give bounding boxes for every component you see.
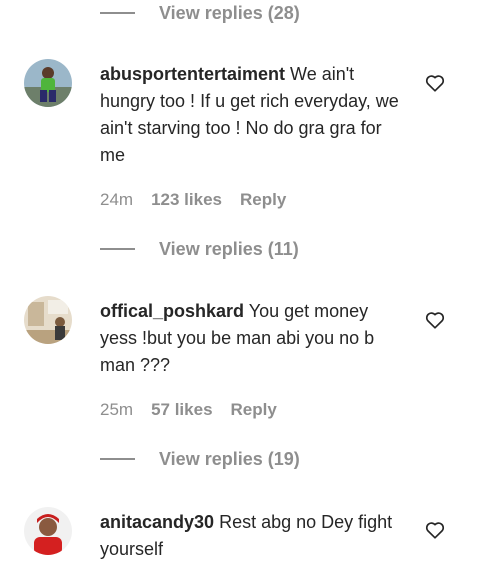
avatar[interactable] bbox=[24, 296, 72, 344]
comment-username[interactable]: anitacandy30 bbox=[100, 512, 214, 532]
view-replies-row[interactable]: View replies (11) bbox=[100, 236, 299, 262]
replies-divider-line bbox=[100, 458, 135, 460]
reply-button[interactable]: Reply bbox=[240, 190, 286, 210]
comment-meta: 24m 123 likes Reply bbox=[100, 188, 286, 212]
avatar[interactable] bbox=[24, 59, 72, 107]
view-replies-row[interactable]: View replies (19) bbox=[100, 446, 300, 472]
comment-username[interactable]: offical_poshkard bbox=[100, 301, 244, 321]
comment-meta: 25m 57 likes Reply bbox=[100, 398, 277, 422]
avatar[interactable] bbox=[24, 507, 72, 555]
replies-divider-line bbox=[100, 248, 135, 250]
comment-username[interactable]: abusportentertaiment bbox=[100, 64, 285, 84]
comment-time: 25m bbox=[100, 400, 134, 419]
comment-text: abusportentertaiment We ain't hungry too… bbox=[100, 61, 410, 169]
comment-text: anitacandy30 Rest abg no Dey fight yours… bbox=[100, 509, 410, 563]
view-replies-row[interactable]: View replies (28) bbox=[100, 0, 300, 26]
heart-outline-icon[interactable] bbox=[424, 72, 446, 94]
comment-text: offical_poshkard You get money yess !but… bbox=[100, 298, 410, 379]
view-replies-link[interactable]: View replies (11) bbox=[159, 239, 299, 260]
heart-outline-icon[interactable] bbox=[424, 519, 446, 541]
comment-time: 24m bbox=[100, 190, 134, 209]
reply-button[interactable]: Reply bbox=[231, 400, 277, 420]
replies-divider-line bbox=[100, 12, 135, 14]
comment-likes[interactable]: 57 likes bbox=[151, 400, 212, 420]
heart-outline-icon[interactable] bbox=[424, 309, 446, 331]
view-replies-link[interactable]: View replies (28) bbox=[159, 3, 300, 24]
comment-likes[interactable]: 123 likes bbox=[151, 190, 222, 210]
view-replies-link[interactable]: View replies (19) bbox=[159, 449, 300, 470]
